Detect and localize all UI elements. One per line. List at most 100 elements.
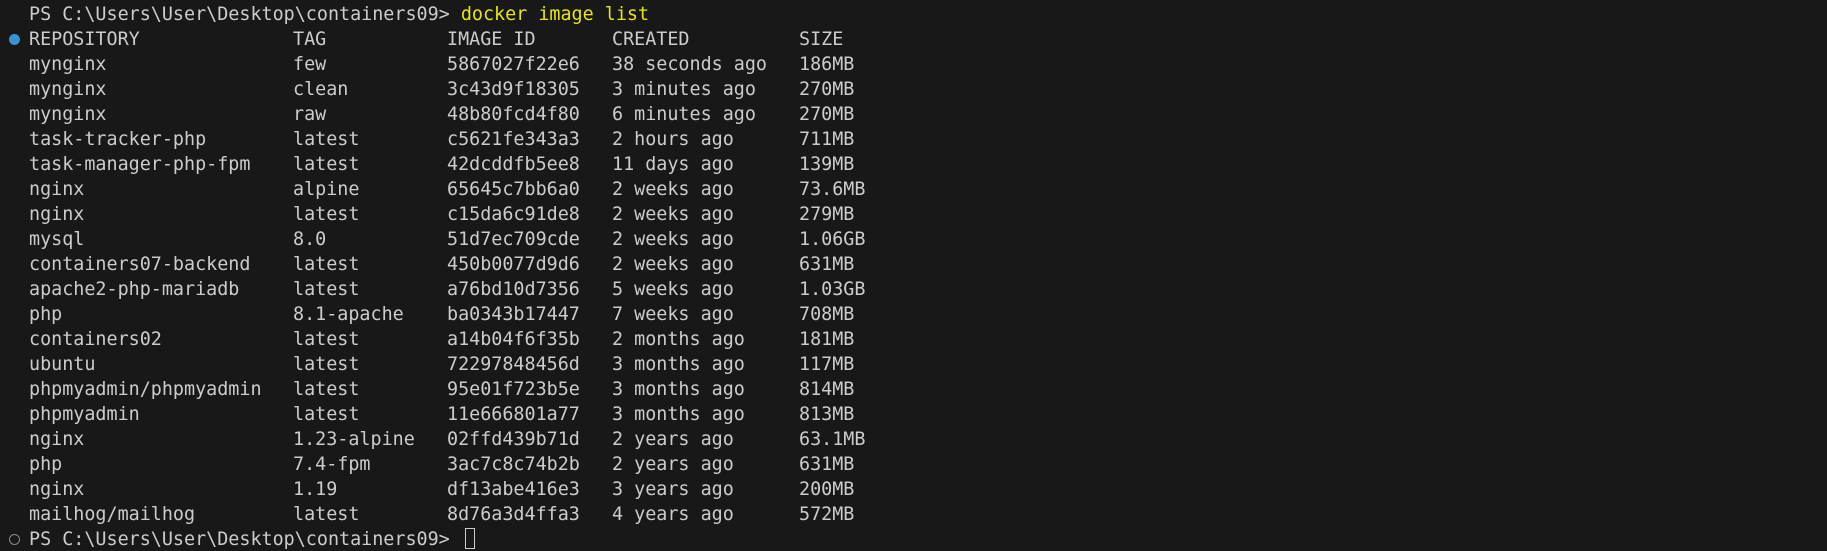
cell-tag: few [293, 54, 327, 75]
table-row: mailhog/mailhog latest 8d76a3d4ffa3 4 years… [0, 502, 1827, 527]
table-row: task-manager-php-fpm latest 42dcddfb5ee8 11… [0, 152, 1827, 177]
table-row: nginx alpine 65645c7bb6a0 2 weeks ago 73.6MB [0, 177, 1827, 202]
cell-tag: latest [293, 504, 360, 525]
cell-tag: 8.1-apache [293, 304, 404, 325]
cell-created: 4 years ago [612, 504, 734, 525]
cell-repository: phpmyadmin/phpmyadmin [29, 379, 262, 400]
table-row: containers02 latest a14b04f6f35b 2 months a… [0, 327, 1827, 352]
cell-repository: ubuntu [29, 354, 96, 375]
cell-image-id: 8d76a3d4ffa3 [447, 504, 580, 525]
cell-size: 572MB [799, 504, 855, 525]
command-success-decoration-icon[interactable] [9, 34, 20, 45]
cell-image-id: 51d7ec709cde [447, 229, 580, 250]
cell-tag: alpine [293, 179, 360, 200]
table-row: task-tracker-php latest c5621fe343a3 2 hour… [0, 127, 1827, 152]
cell-size: 63.1MB [799, 429, 866, 450]
cell-created: 3 months ago [612, 354, 745, 375]
cell-image-id: df13abe416e3 [447, 479, 580, 500]
cell-tag: latest [293, 254, 360, 275]
cell-size: 711MB [799, 129, 855, 150]
command-line: PS C:\Users\User\Desktop\containers09> d… [0, 2, 1827, 27]
table-row: phpmyadmin latest 11e666801a77 3 months ago… [0, 402, 1827, 427]
cell-repository: mailhog/mailhog [29, 504, 196, 525]
cell-tag: 1.19 [293, 479, 338, 500]
cell-size: 1.03GB [799, 279, 866, 300]
cell-tag: latest [293, 129, 360, 150]
cell-image-id: 450b0077d9d6 [447, 254, 580, 275]
header-image-id: IMAGE ID [447, 29, 536, 50]
cell-image-id: c15da6c91de8 [447, 204, 580, 225]
cell-repository: task-manager-php-fpm [29, 154, 251, 175]
cell-created: 38 seconds ago [612, 54, 768, 75]
cell-repository: nginx [29, 179, 85, 200]
table-row: ubuntu latest 72297848456d 3 months ago 117M… [0, 352, 1827, 377]
header-size: SIZE [799, 29, 844, 50]
cell-size: 631MB [799, 254, 855, 275]
cell-repository: nginx [29, 204, 85, 225]
cell-created: 6 minutes ago [612, 104, 756, 125]
cell-image-id: 3c43d9f18305 [447, 79, 580, 100]
cell-created: 2 hours ago [612, 129, 734, 150]
prompt-path-end: PS C:\Users\User\Desktop\containers09> [29, 529, 461, 550]
cell-created: 2 weeks ago [612, 229, 734, 250]
table-row: php 8.1-apache ba0343b17447 7 weeks ago 708M… [0, 302, 1827, 327]
header-repository: REPOSITORY [29, 29, 140, 50]
table-row: nginx latest c15da6c91de8 2 weeks ago 279MB [0, 202, 1827, 227]
cell-size: 186MB [799, 54, 855, 75]
header-created: CREATED [612, 29, 690, 50]
cell-tag: latest [293, 154, 360, 175]
cell-image-id: 02ffd439b71d [447, 429, 580, 450]
cell-image-id: ba0343b17447 [447, 304, 580, 325]
command-idle-decoration-icon[interactable] [9, 534, 20, 545]
cell-repository: mynginx [29, 79, 107, 100]
table-row: mynginx raw 48b80fcd4f80 6 minutes ago 270MB [0, 102, 1827, 127]
cell-image-id: 5867027f22e6 [447, 54, 580, 75]
cell-tag: 1.23-alpine [293, 429, 415, 450]
cell-size: 1.06GB [799, 229, 866, 250]
cell-repository: mynginx [29, 54, 107, 75]
cell-tag: 7.4-fpm [293, 454, 371, 475]
cell-size: 814MB [799, 379, 855, 400]
cell-tag: latest [293, 204, 360, 225]
cell-size: 813MB [799, 404, 855, 425]
cell-repository: apache2-php-mariadb [29, 279, 240, 300]
cell-size: 631MB [799, 454, 855, 475]
cell-size: 200MB [799, 479, 855, 500]
cell-image-id: 65645c7bb6a0 [447, 179, 580, 200]
cell-tag: latest [293, 404, 360, 425]
cell-repository: phpmyadmin [29, 404, 140, 425]
cell-size: 270MB [799, 79, 855, 100]
table-row: php 7.4-fpm 3ac7c8c74b2b 2 years ago 631MB [0, 452, 1827, 477]
cell-image-id: 11e666801a77 [447, 404, 580, 425]
cell-size: 270MB [799, 104, 855, 125]
cell-repository: mysql [29, 229, 85, 250]
terminal-window[interactable]: PS C:\Users\User\Desktop\containers09> d… [0, 0, 1827, 551]
cell-created: 2 weeks ago [612, 204, 734, 225]
prompt-line[interactable]: PS C:\Users\User\Desktop\containers09> [0, 527, 1827, 551]
cursor-block [464, 528, 475, 549]
cell-repository: containers02 [29, 329, 162, 350]
cell-created: 3 months ago [612, 379, 745, 400]
cell-size: 73.6MB [799, 179, 866, 200]
cell-repository: containers07-backend [29, 254, 251, 275]
header-row: REPOSITORY TAG IMAGE ID CREATED SIZE [0, 27, 1827, 52]
cell-image-id: 3ac7c8c74b2b [447, 454, 580, 475]
cell-image-id: 95e01f723b5e [447, 379, 580, 400]
cell-tag: 8.0 [293, 229, 327, 250]
cell-repository: task-tracker-php [29, 129, 207, 150]
table-row: nginx 1.23-alpine 02ffd439b71d 2 years ago 6… [0, 427, 1827, 452]
cell-created: 2 years ago [612, 454, 734, 475]
cell-created: 7 weeks ago [612, 304, 734, 325]
cell-repository: nginx [29, 479, 85, 500]
cell-repository: php [29, 454, 63, 475]
cell-image-id: 72297848456d [447, 354, 580, 375]
cell-created: 5 weeks ago [612, 279, 734, 300]
table-row: nginx 1.19 df13abe416e3 3 years ago 200MB [0, 477, 1827, 502]
cell-repository: php [29, 304, 63, 325]
cell-tag: latest [293, 379, 360, 400]
table-row: apache2-php-mariadb latest a76bd10d7356 5 w… [0, 277, 1827, 302]
cell-image-id: 48b80fcd4f80 [447, 104, 580, 125]
cell-size: 708MB [799, 304, 855, 325]
table-row: mynginx clean 3c43d9f18305 3 minutes ago 270… [0, 77, 1827, 102]
cell-repository: nginx [29, 429, 85, 450]
